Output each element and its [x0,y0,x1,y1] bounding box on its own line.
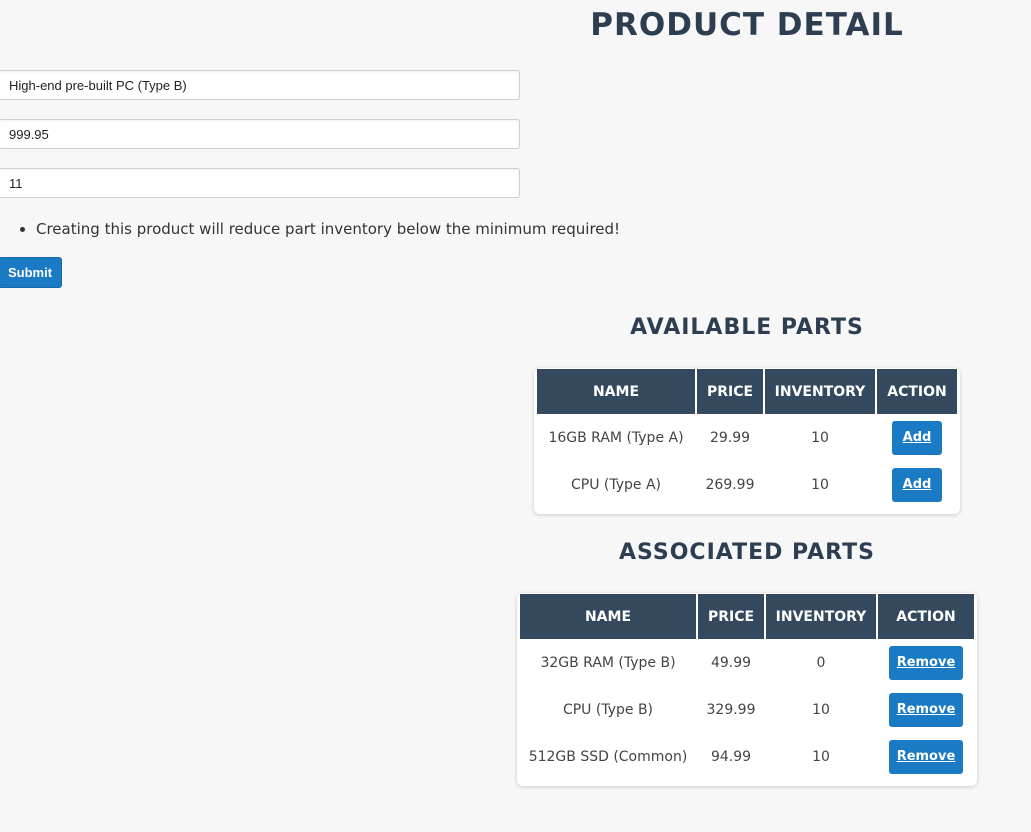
part-inventory-cell: 10 [812,748,830,765]
part-inventory-cell: 10 [811,429,829,446]
part-inventory-cell: 0 [816,654,826,671]
add-part-button[interactable]: Add [892,420,942,455]
remove-part-button[interactable]: Remove [889,692,963,727]
part-inventory-cell: 10 [812,701,830,718]
part-action-cell: Add [877,414,957,461]
available-parts-table: NAME PRICE INVENTORY ACTION 16GB RAM (Ty… [535,369,959,508]
part-name-cell: 16GB RAM (Type A) [548,429,684,446]
error-message: Creating this product will reduce part i… [36,218,620,240]
product-name-input[interactable] [0,70,520,100]
part-name-cell: CPU (Type A) [570,476,662,493]
column-header-name: NAME [537,369,695,414]
table-row: CPU (Type B) 329.99 10 Remove [520,686,974,733]
error-list: Creating this product will reduce part i… [0,218,620,240]
part-action-cell: Remove [878,639,974,686]
product-price-input[interactable] [0,119,520,149]
part-name-cell: 512GB SSD (Common) [528,748,688,765]
part-name-cell: CPU (Type B) [562,701,654,718]
add-part-button[interactable]: Add [892,467,942,502]
column-header-price: PRICE [697,369,763,414]
page-title: PRODUCT DETAIL [590,7,904,43]
table-row: CPU (Type A) 269.99 10 Add [537,461,957,508]
part-price-cell: 49.99 [710,654,752,671]
associated-parts-table-card: NAME PRICE INVENTORY ACTION 32GB RAM (Ty… [517,593,977,786]
table-row: 16GB RAM (Type A) 29.99 10 Add [537,414,957,461]
remove-part-button[interactable]: Remove [889,645,963,680]
product-inventory-input[interactable] [0,168,520,198]
associated-parts-table: NAME PRICE INVENTORY ACTION 32GB RAM (Ty… [518,594,976,780]
part-price-cell: 269.99 [705,476,755,493]
table-row: 32GB RAM (Type B) 49.99 0 Remove [520,639,974,686]
remove-part-button[interactable]: Remove [889,739,963,774]
associated-parts-title: ASSOCIATED PARTS [619,540,875,565]
part-name-cell: 32GB RAM (Type B) [540,654,676,671]
column-header-name: NAME [520,594,696,639]
part-price-cell: 94.99 [710,748,752,765]
submit-button[interactable]: Submit [0,257,62,288]
column-header-inventory: INVENTORY [766,594,876,639]
column-header-action: ACTION [877,369,957,414]
column-header-action: ACTION [878,594,974,639]
product-detail-page: PRODUCT DETAIL Creating this product wil… [0,0,1031,832]
part-inventory-cell: 10 [811,476,829,493]
table-row: 512GB SSD (Common) 94.99 10 Remove [520,733,974,780]
part-price-cell: 29.99 [709,429,751,446]
part-action-cell: Remove [878,686,974,733]
part-price-cell: 329.99 [706,701,756,718]
available-parts-table-card: NAME PRICE INVENTORY ACTION 16GB RAM (Ty… [534,368,960,514]
column-header-price: PRICE [698,594,764,639]
column-header-inventory: INVENTORY [765,369,875,414]
part-action-cell: Remove [878,733,974,780]
available-parts-title: AVAILABLE PARTS [630,315,864,340]
part-action-cell: Add [877,461,957,508]
